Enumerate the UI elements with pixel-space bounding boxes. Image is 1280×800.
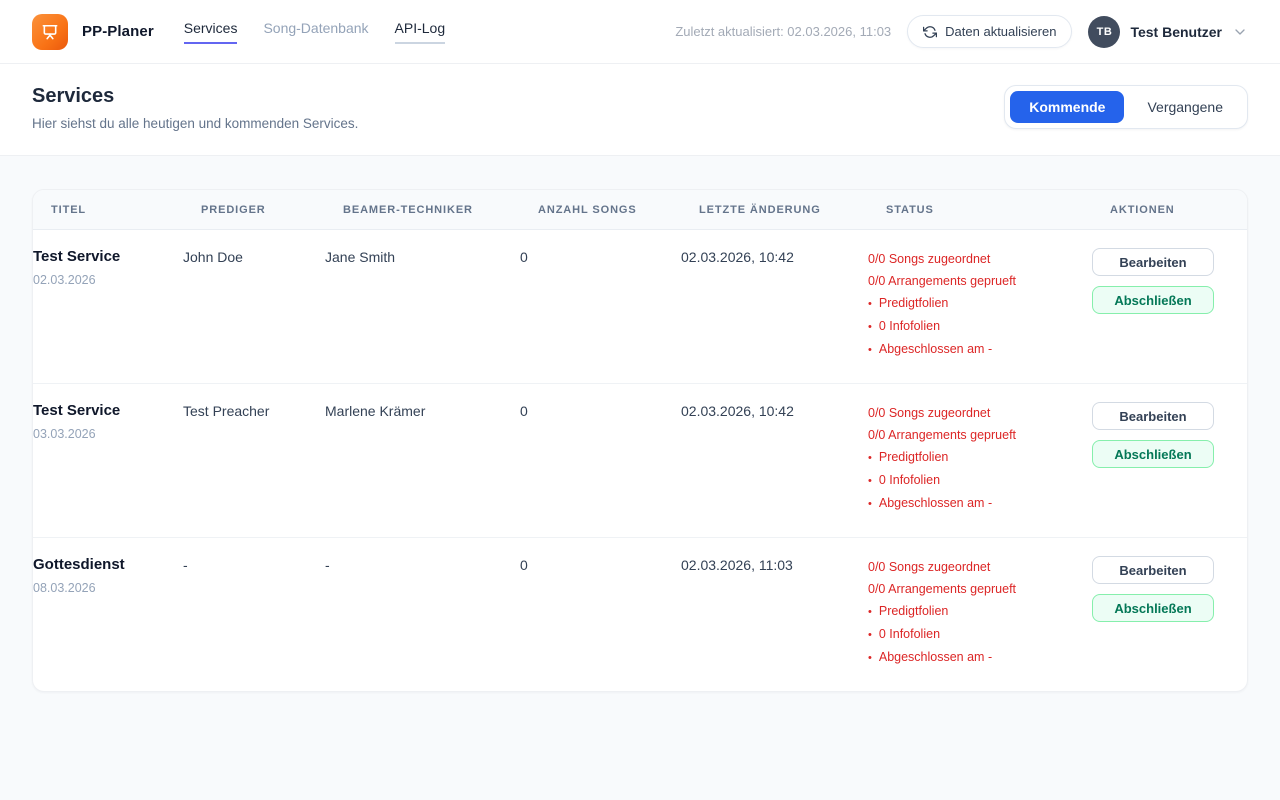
status-infofolien: 0 Infofolien bbox=[868, 469, 1080, 492]
services-table: Titel Prediger Beamer-Techniker Anzahl S… bbox=[32, 189, 1248, 692]
table-row: Test Service 02.03.2026 John Doe Jane Sm… bbox=[33, 230, 1247, 384]
status-predigtfolien: Predigtfolien bbox=[868, 600, 1080, 623]
status-cell: 0/0 Songs zugeordnet 0/0 Arrangements ge… bbox=[868, 402, 1092, 515]
table-row: Gottesdienst 08.03.2026 - - 0 02.03.2026… bbox=[33, 538, 1247, 691]
letzte-aenderung-cell: 02.03.2026, 11:03 bbox=[681, 556, 868, 669]
bearbeiten-button[interactable]: Bearbeiten bbox=[1092, 556, 1214, 584]
filter-kommende-button[interactable]: Kommende bbox=[1010, 91, 1124, 123]
status-songs: 0/0 Songs zugeordnet bbox=[868, 402, 1080, 424]
refresh-button-label: Daten aktualisieren bbox=[945, 24, 1056, 39]
status-cell: 0/0 Songs zugeordnet 0/0 Arrangements ge… bbox=[868, 248, 1092, 361]
prediger-cell: - bbox=[183, 556, 325, 669]
status-abgeschlossen: Abgeschlossen am - bbox=[868, 492, 1080, 515]
letzte-aenderung-cell: 02.03.2026, 10:42 bbox=[681, 248, 868, 361]
bearbeiten-button[interactable]: Bearbeiten bbox=[1092, 402, 1214, 430]
status-songs: 0/0 Songs zugeordnet bbox=[868, 248, 1080, 270]
chevron-down-icon bbox=[1232, 24, 1248, 40]
abschliessen-button[interactable]: Abschließen bbox=[1092, 286, 1214, 314]
page-head: Services Hier siehst du alle heutigen un… bbox=[0, 64, 1280, 156]
letzte-aenderung-cell: 02.03.2026, 10:42 bbox=[681, 402, 868, 515]
topbar-right: Zuletzt aktualisiert: 02.03.2026, 11:03 … bbox=[675, 15, 1248, 48]
status-infofolien: 0 Infofolien bbox=[868, 623, 1080, 646]
service-filter-toggle: Kommende Vergangene bbox=[1004, 85, 1248, 129]
titel-cell: Test Service 02.03.2026 bbox=[33, 248, 183, 361]
main-content: Titel Prediger Beamer-Techniker Anzahl S… bbox=[0, 189, 1280, 692]
refresh-data-button[interactable]: Daten aktualisieren bbox=[907, 15, 1072, 48]
beamer-techniker-cell: - bbox=[325, 556, 520, 669]
main-nav: Services Song-Datenbank API-Log bbox=[184, 20, 445, 44]
presentation-screen-icon bbox=[32, 14, 68, 50]
prediger-cell: John Doe bbox=[183, 248, 325, 361]
app-root: PP-Planer Services Song-Datenbank API-Lo… bbox=[0, 0, 1280, 800]
anzahl-songs-cell: 0 bbox=[520, 402, 681, 515]
status-arrangements: 0/0 Arrangements geprueft bbox=[868, 424, 1080, 446]
prediger-cell: Test Preacher bbox=[183, 402, 325, 515]
table-header-row: Titel Prediger Beamer-Techniker Anzahl S… bbox=[33, 190, 1247, 230]
nav-item-services[interactable]: Services bbox=[184, 20, 238, 44]
aktionen-cell: Bearbeiten Abschließen bbox=[1092, 556, 1247, 669]
nav-item-api-log[interactable]: API-Log bbox=[395, 20, 446, 44]
titel-cell: Test Service 03.03.2026 bbox=[33, 402, 183, 515]
status-arrangements: 0/0 Arrangements geprueft bbox=[868, 578, 1080, 600]
titel-cell: Gottesdienst 08.03.2026 bbox=[33, 556, 183, 669]
status-predigtfolien: Predigtfolien bbox=[868, 446, 1080, 469]
last-updated-text: Zuletzt aktualisiert: 02.03.2026, 11:03 bbox=[675, 24, 891, 39]
column-header-status: Status bbox=[886, 204, 1110, 216]
column-header-titel: Titel bbox=[51, 204, 201, 216]
column-header-prediger: Prediger bbox=[201, 204, 343, 216]
column-header-anzahl-songs: Anzahl Songs bbox=[538, 204, 699, 216]
abschliessen-button[interactable]: Abschließen bbox=[1092, 594, 1214, 622]
aktionen-cell: Bearbeiten Abschließen bbox=[1092, 248, 1247, 361]
refresh-icon bbox=[923, 25, 937, 39]
page-subtitle: Hier siehst du alle heutigen und kommend… bbox=[32, 116, 358, 131]
status-cell: 0/0 Songs zugeordnet 0/0 Arrangements ge… bbox=[868, 556, 1092, 669]
page-title: Services bbox=[32, 85, 358, 108]
bearbeiten-button[interactable]: Bearbeiten bbox=[1092, 248, 1214, 276]
beamer-techniker-cell: Jane Smith bbox=[325, 248, 520, 361]
service-title: Test Service bbox=[33, 402, 171, 419]
column-header-aktionen: Aktionen bbox=[1110, 204, 1230, 216]
anzahl-songs-cell: 0 bbox=[520, 556, 681, 669]
status-songs: 0/0 Songs zugeordnet bbox=[868, 556, 1080, 578]
service-title: Test Service bbox=[33, 248, 171, 265]
avatar: TB bbox=[1088, 16, 1120, 48]
column-header-beamer-techniker: Beamer-Techniker bbox=[343, 204, 538, 216]
nav-item-song-datenbank[interactable]: Song-Datenbank bbox=[263, 20, 368, 44]
beamer-techniker-cell: Marlene Krämer bbox=[325, 402, 520, 515]
brand-name: PP-Planer bbox=[82, 23, 154, 40]
user-menu[interactable]: TB Test Benutzer bbox=[1088, 16, 1248, 48]
table-row: Test Service 03.03.2026 Test Preacher Ma… bbox=[33, 384, 1247, 538]
page-head-text: Services Hier siehst du alle heutigen un… bbox=[32, 85, 358, 131]
service-date: 08.03.2026 bbox=[33, 581, 171, 595]
top-header: PP-Planer Services Song-Datenbank API-Lo… bbox=[0, 0, 1280, 64]
status-abgeschlossen: Abgeschlossen am - bbox=[868, 646, 1080, 669]
status-abgeschlossen: Abgeschlossen am - bbox=[868, 338, 1080, 361]
service-date: 02.03.2026 bbox=[33, 273, 171, 287]
anzahl-songs-cell: 0 bbox=[520, 248, 681, 361]
service-date: 03.03.2026 bbox=[33, 427, 171, 441]
filter-vergangene-button[interactable]: Vergangene bbox=[1128, 91, 1242, 123]
aktionen-cell: Bearbeiten Abschließen bbox=[1092, 402, 1247, 515]
user-name: Test Benutzer bbox=[1130, 24, 1222, 40]
status-infofolien: 0 Infofolien bbox=[868, 315, 1080, 338]
status-predigtfolien: Predigtfolien bbox=[868, 292, 1080, 315]
brand: PP-Planer bbox=[32, 14, 154, 50]
service-title: Gottesdienst bbox=[33, 556, 171, 573]
status-arrangements: 0/0 Arrangements geprueft bbox=[868, 270, 1080, 292]
column-header-letzte-aenderung: Letzte Änderung bbox=[699, 204, 886, 216]
abschliessen-button[interactable]: Abschließen bbox=[1092, 440, 1214, 468]
